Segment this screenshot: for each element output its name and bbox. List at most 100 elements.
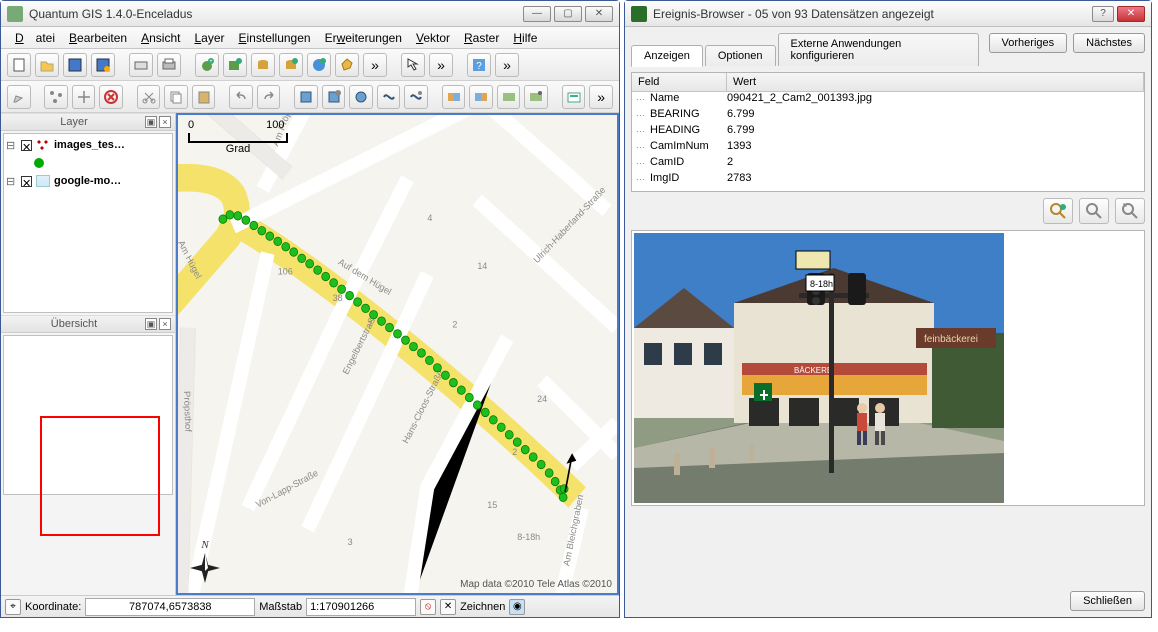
menu-vektor[interactable]: Vektor xyxy=(410,29,456,47)
tab-anzeigen[interactable]: Anzeigen xyxy=(631,45,703,67)
coord-input[interactable] xyxy=(85,598,255,616)
more-4-icon[interactable]: » xyxy=(589,85,613,109)
stop-render-icon[interactable]: ⦸ xyxy=(420,599,436,615)
scale-input[interactable] xyxy=(306,598,416,616)
merge2-icon[interactable] xyxy=(469,85,493,109)
more-2-icon[interactable]: » xyxy=(429,53,453,77)
poly5-icon[interactable] xyxy=(404,85,428,109)
menu-einstellungen[interactable]: Einstellungen xyxy=(233,29,317,47)
menu-hilfe[interactable]: Hilfe xyxy=(507,29,543,47)
svg-text:8-18h: 8-18h xyxy=(517,532,540,542)
qgis-main-area: Layer ▣ × ⊟ ✕ images_tes… ⊟ ✕ g xyxy=(1,113,619,595)
edit-pencil-icon[interactable] xyxy=(7,85,31,109)
qgis-menubar: Datei Bearbeiten Ansicht Layer Einstellu… xyxy=(1,27,619,49)
panel-undock-icon[interactable]: ▣ xyxy=(145,116,157,128)
print-icon[interactable] xyxy=(157,53,181,77)
map-svg: Am Hügel Am Pröpsihügel Pröpsthof Auf de… xyxy=(178,115,617,593)
tab-optionen[interactable]: Optionen xyxy=(705,45,776,66)
move-feature-icon[interactable] xyxy=(72,85,96,109)
layer-row-images[interactable]: ⊟ ✕ images_tes… xyxy=(6,136,170,154)
menu-erweiterungen[interactable]: Erweiterungen xyxy=(319,29,408,47)
more-1-icon[interactable]: » xyxy=(363,53,387,77)
next-button[interactable]: Nächstes xyxy=(1073,33,1145,53)
more-3-icon[interactable]: » xyxy=(495,53,519,77)
layer-checkbox[interactable]: ✕ xyxy=(21,140,32,151)
poly4-icon[interactable] xyxy=(377,85,401,109)
toggle-extents-icon[interactable]: ⌖ xyxy=(5,599,21,615)
header-value[interactable]: Wert xyxy=(727,73,1144,91)
undo-icon[interactable] xyxy=(229,85,253,109)
menu-layer[interactable]: Layer xyxy=(188,29,230,47)
header-field[interactable]: Feld xyxy=(632,73,727,91)
browser-app-icon xyxy=(631,6,647,22)
close-button[interactable]: ✕ xyxy=(585,6,613,22)
open-project-icon[interactable] xyxy=(35,53,59,77)
expand-icon[interactable]: ⊟ xyxy=(6,139,17,152)
help-button[interactable]: ? xyxy=(1092,6,1114,22)
poly1-icon[interactable] xyxy=(294,85,318,109)
poly2-icon[interactable] xyxy=(322,85,346,109)
add-db-icon[interactable] xyxy=(251,53,275,77)
green-dot-icon xyxy=(34,158,44,168)
prev-button[interactable]: Vorheriges xyxy=(989,33,1068,53)
delete-icon[interactable] xyxy=(99,85,123,109)
save-icon[interactable] xyxy=(63,53,87,77)
save-as-icon[interactable] xyxy=(91,53,115,77)
map-canvas[interactable]: Am Hügel Am Pröpsihügel Pröpsthof Auf de… xyxy=(176,113,619,595)
panel-close-icon[interactable]: × xyxy=(159,116,171,128)
paste-icon[interactable] xyxy=(192,85,216,109)
expand-icon[interactable]: ⊟ xyxy=(6,175,17,188)
render-checkbox[interactable]: ✕ xyxy=(440,599,456,615)
node-tool-icon[interactable] xyxy=(44,85,68,109)
menu-raster[interactable]: Raster xyxy=(458,29,505,47)
maximize-button[interactable]: ▢ xyxy=(554,6,582,22)
zoom-to-feature-icon[interactable] xyxy=(1043,198,1073,224)
layer-row-google[interactable]: ⊟ ✕ google-mo… xyxy=(6,172,170,190)
zoom-in-icon[interactable] xyxy=(1079,198,1109,224)
overview-panel[interactable] xyxy=(3,335,173,495)
copy-icon[interactable] xyxy=(164,85,188,109)
menu-ansicht[interactable]: Ansicht xyxy=(135,29,186,47)
redo-icon[interactable] xyxy=(257,85,281,109)
menu-datei[interactable]: Datei xyxy=(9,29,61,47)
left-panels: Layer ▣ × ⊟ ✕ images_tes… ⊟ ✕ g xyxy=(1,113,176,595)
ev-browser-icon[interactable] xyxy=(562,85,586,109)
table-header: Feld Wert xyxy=(632,73,1144,92)
svg-text:Pröpsthof: Pröpsthof xyxy=(182,391,193,433)
new-project-icon[interactable] xyxy=(7,53,31,77)
add-vector-icon[interactable]: + xyxy=(195,53,219,77)
add-db2-icon[interactable] xyxy=(279,53,303,77)
svg-text:38: 38 xyxy=(333,293,343,303)
attribute-table[interactable]: Feld Wert Name090421_2_Cam2_001393.jpg B… xyxy=(631,72,1145,192)
crs-icon[interactable]: ◉ xyxy=(509,599,525,615)
merge1-icon[interactable] xyxy=(442,85,466,109)
layer-checkbox[interactable]: ✕ xyxy=(21,176,32,187)
merge3-icon[interactable] xyxy=(497,85,521,109)
close-window-button[interactable]: ✕ xyxy=(1117,6,1145,22)
cut-icon[interactable] xyxy=(137,85,161,109)
identify-icon[interactable] xyxy=(401,53,425,77)
layer-list[interactable]: ⊟ ✕ images_tes… ⊟ ✕ google-mo… xyxy=(3,133,173,313)
svg-text:14: 14 xyxy=(477,261,487,271)
map-attribution: Map data ©2010 Tele Atlas ©2010 xyxy=(460,579,612,590)
svg-text:+: + xyxy=(209,59,213,65)
new-shapefile-icon[interactable] xyxy=(335,53,359,77)
panel-close-icon[interactable]: × xyxy=(159,318,171,330)
close-button[interactable]: Schließen xyxy=(1070,591,1145,611)
minimize-button[interactable]: — xyxy=(523,6,551,22)
layer-panel-title: Layer xyxy=(5,116,143,128)
zoom-full-icon[interactable] xyxy=(1115,198,1145,224)
menu-bearbeiten[interactable]: Bearbeiten xyxy=(63,29,133,47)
add-raster-icon[interactable] xyxy=(223,53,247,77)
tab-extern[interactable]: Externe Anwendungen konfigurieren xyxy=(778,33,979,66)
help-icon[interactable]: ? xyxy=(467,53,491,77)
print-composer-icon[interactable] xyxy=(129,53,153,77)
add-wms-icon[interactable] xyxy=(307,53,331,77)
poly3-icon[interactable] xyxy=(349,85,373,109)
panel-undock-icon[interactable]: ▣ xyxy=(145,318,157,330)
svg-text:?: ? xyxy=(476,61,482,72)
qgis-title: Quantum GIS 1.4.0-Enceladus xyxy=(29,7,192,21)
layer-name: images_tes… xyxy=(54,139,125,151)
merge4-icon[interactable] xyxy=(524,85,548,109)
table-row: CamID2 xyxy=(632,156,1144,172)
